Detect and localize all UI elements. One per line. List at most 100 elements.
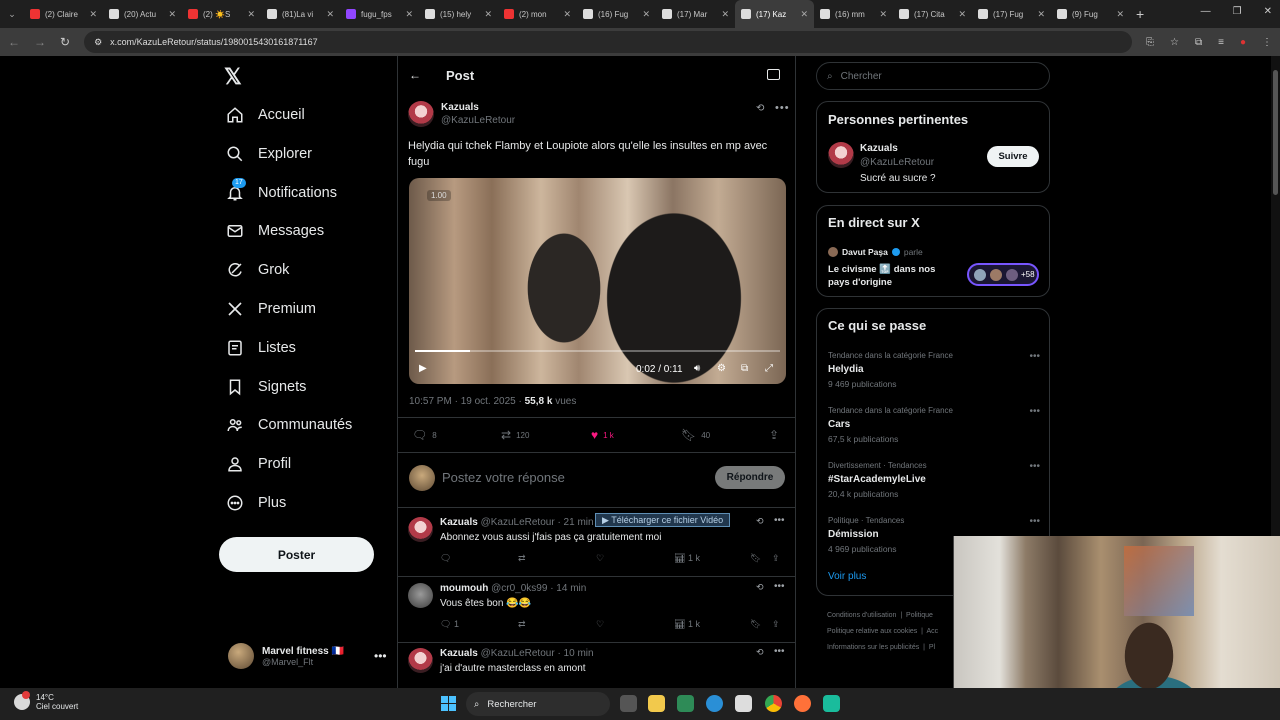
repost-action[interactable]: ⇄ 120 <box>501 428 529 442</box>
browser-tab[interactable]: (16) Fug ✕ <box>577 0 656 28</box>
reply-input[interactable]: Postez votre réponse <box>442 470 565 485</box>
follow-button[interactable]: Suivre <box>987 146 1039 167</box>
reply-author[interactable]: moumouh <box>440 583 488 594</box>
reply-item[interactable]: Kazuals @KazuLeRetour · 10 min j'ai d'aut… <box>408 646 788 688</box>
star-icon[interactable]: ☆ <box>1170 37 1179 48</box>
playback-speed[interactable]: 1.00 <box>427 190 451 201</box>
browser-tab[interactable]: (20) Actu ✕ <box>103 0 182 28</box>
footer-link[interactable]: Conditions d'utilisation <box>827 612 896 619</box>
store-icon[interactable] <box>735 695 752 712</box>
tab-close-icon[interactable]: ✕ <box>958 9 966 20</box>
bookmark-icon[interactable]: 🔖︎ <box>750 553 761 564</box>
video-player[interactable]: 1.00 ▶ 0:02 / 0:11 🔊︎ ⚙ ⧉ ⤢ <box>409 178 786 384</box>
install-icon[interactable]: ⎘ <box>1146 37 1154 48</box>
x-logo-icon[interactable]: 𝕏 <box>224 64 242 90</box>
play-icon[interactable]: ▶ <box>419 363 427 374</box>
grok-explain-icon[interactable]: ⟲ <box>756 647 764 658</box>
views-icon[interactable]: 📊︎ 1 k <box>674 553 700 564</box>
footer-link[interactable]: Acc <box>927 628 939 635</box>
reply-more-icon[interactable]: ••• <box>774 646 785 657</box>
author-avatar[interactable] <box>408 101 434 127</box>
tab-close-icon[interactable]: ✕ <box>1116 9 1124 20</box>
firefox-icon[interactable] <box>794 695 811 712</box>
browser-tab[interactable]: fugu_fps ✕ <box>340 0 419 28</box>
heart-icon[interactable]: ♡ <box>596 553 604 564</box>
xbox-icon[interactable] <box>677 695 694 712</box>
download-video-overlay[interactable]: ▶ Télécharger ce fichier Vidéo <box>595 513 731 527</box>
views-icon[interactable]: 📊︎ 1 k <box>674 619 700 630</box>
reload-icon[interactable]: ↻ <box>60 35 70 49</box>
search-input[interactable]: ⌕ Chercher <box>816 62 1050 90</box>
trend-more-icon[interactable]: ••• <box>1029 406 1040 417</box>
close-window-icon[interactable]: ✕ <box>1264 6 1272 17</box>
sidebar-item-profil[interactable]: Profil <box>226 455 291 473</box>
live-listeners[interactable]: +58 <box>967 263 1039 286</box>
tab-close-icon[interactable]: ✕ <box>879 9 887 20</box>
restore-icon[interactable]: ❐ <box>1233 6 1242 17</box>
trend-more-icon[interactable]: ••• <box>1029 461 1040 472</box>
browser-tab[interactable]: (17) Fug ✕ <box>972 0 1051 28</box>
trend-more-icon[interactable]: ••• <box>1029 351 1040 362</box>
extensions-icon[interactable]: ⧉ <box>1195 37 1202 48</box>
sidebar-item-grok[interactable]: Grok <box>226 261 289 279</box>
menu-icon[interactable]: ⋮ <box>1262 37 1272 48</box>
tab-close-icon[interactable]: ✕ <box>1037 9 1045 20</box>
author-handle[interactable]: @KazuLeRetour <box>441 115 515 126</box>
reply-button[interactable]: Répondre <box>715 466 785 489</box>
like-action[interactable]: ♥ 1 k <box>591 428 614 442</box>
relevant-avatar[interactable] <box>828 142 854 168</box>
new-tab-icon[interactable]: + <box>1136 6 1144 22</box>
sidebar-item-accueil[interactable]: Accueil <box>226 106 305 124</box>
share-icon[interactable]: ⇪ <box>772 619 780 630</box>
weather-widget[interactable]: 14°C Ciel couvert <box>14 691 78 711</box>
taskbar-search[interactable]: ⌕ Rechercher <box>466 692 610 716</box>
browser-tab[interactable]: (81)La vi ✕ <box>261 0 340 28</box>
url-field[interactable]: ⚙ x.com/KazuLeRetour/status/198001543016… <box>84 31 1132 53</box>
scrollbar-thumb[interactable] <box>1273 70 1278 195</box>
share-action[interactable]: ⇪ <box>769 428 779 442</box>
account-more-icon[interactable]: ••• <box>374 649 387 663</box>
chrome-icon[interactable] <box>765 695 782 712</box>
back-nav-icon[interactable]: ← <box>8 35 20 49</box>
post-more-icon[interactable]: ••• <box>775 102 790 114</box>
minimize-icon[interactable]: — <box>1201 6 1211 17</box>
browser-tab[interactable]: (17) Cita ✕ <box>893 0 972 28</box>
grok-explain-icon[interactable]: ⟲ <box>756 103 764 114</box>
sidebar-item-messages[interactable]: Messages <box>226 222 324 240</box>
reply-avatar[interactable] <box>408 583 433 608</box>
browser-tab[interactable]: (16) mm ✕ <box>814 0 893 28</box>
reply-icon[interactable]: 🗨︎ <box>440 553 451 564</box>
tab-close-icon[interactable]: ✕ <box>89 9 97 20</box>
browser-tab[interactable]: (9) Fug ✕ <box>1051 0 1130 28</box>
pip-icon[interactable]: ⧉ <box>741 363 748 374</box>
tab-close-icon[interactable]: ✕ <box>405 9 413 20</box>
author-name[interactable]: Kazuals <box>441 102 479 113</box>
browser-tab[interactable]: (2) ☀️S ✕ <box>182 0 261 28</box>
browser-tab[interactable]: (2) mon ✕ <box>498 0 577 28</box>
forward-nav-icon[interactable]: → <box>34 35 46 49</box>
sidebar-item-explorer[interactable]: Explorer <box>226 145 312 163</box>
sidebar-item-plus[interactable]: Plus <box>226 494 286 512</box>
heart-icon[interactable]: ♡ <box>596 619 604 630</box>
show-more-link[interactable]: Voir plus <box>828 571 866 582</box>
volume-icon[interactable]: 🔊︎ <box>694 363 700 374</box>
reply-avatar[interactable] <box>408 517 433 542</box>
tab-close-icon[interactable]: ✕ <box>642 9 650 20</box>
sidebar-item-listes[interactable]: Listes <box>226 339 296 357</box>
grok-explain-icon[interactable]: ⟲ <box>756 516 764 527</box>
tab-search-icon[interactable]: ⌄ <box>0 9 24 20</box>
post-button[interactable]: Poster <box>219 537 374 572</box>
edge-icon[interactable] <box>706 695 723 712</box>
back-arrow-icon[interactable]: ← <box>409 68 421 82</box>
site-info-icon[interactable]: ⚙ <box>94 37 102 48</box>
live-topic[interactable]: Le civisme 🔝 dans nos pays d'origine <box>828 263 958 289</box>
tab-close-icon[interactable]: ✕ <box>484 9 492 20</box>
grok-explain-icon[interactable]: ⟲ <box>756 582 764 593</box>
sidebar-item-notifications[interactable]: 17 Notifications <box>226 177 337 202</box>
reply-author[interactable]: Kazuals <box>440 648 478 659</box>
tab-close-icon[interactable]: ✕ <box>800 9 808 20</box>
reply-action[interactable]: 🗨︎ 8 <box>412 428 437 442</box>
trend-more-icon[interactable]: ••• <box>1029 516 1040 527</box>
sidebar-item-communauts[interactable]: Communautés <box>226 416 352 434</box>
footer-link[interactable]: Politique <box>906 612 933 619</box>
